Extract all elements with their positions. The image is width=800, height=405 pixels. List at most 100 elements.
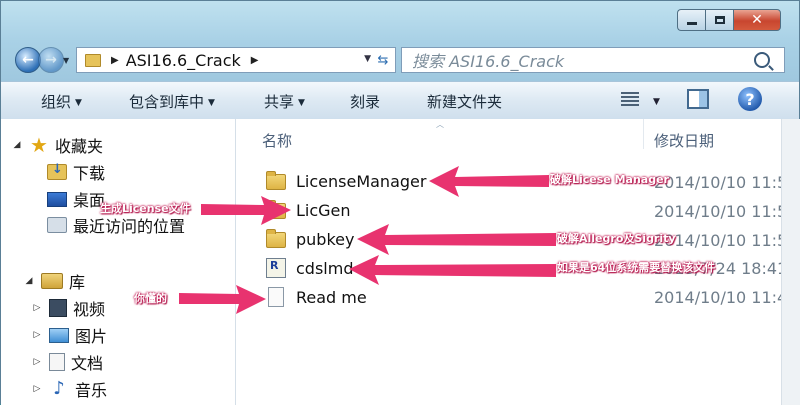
chevron-down-icon: ▼	[75, 98, 82, 108]
sort-caret-icon: ︿	[436, 120, 444, 129]
column-header-name[interactable]: 名称	[262, 130, 292, 151]
command-bar: 组织 ▼ 包含到库中 ▼ 共享 ▼ 刻录 新建文件夹 ▼ ?	[1, 81, 799, 120]
share-label: 共享	[264, 93, 295, 111]
preview-pane-icon[interactable]	[687, 89, 709, 109]
nav-item-label: 库	[69, 273, 86, 292]
nav-item-documents[interactable]: ▷ 文档	[31, 350, 103, 374]
pictures-library-icon	[49, 327, 69, 343]
file-date: 2014/10/10 11:5	[654, 202, 788, 221]
video-library-icon	[49, 299, 67, 317]
list-item[interactable]: cdslmd	[266, 258, 353, 278]
refresh-icon[interactable]: ⇆	[373, 50, 393, 70]
nav-item-desktop[interactable]: 桌面	[47, 187, 105, 211]
new-folder-label: 新建文件夹	[427, 93, 503, 111]
search-input[interactable]: 搜索 ASI16.6_Crack	[401, 47, 785, 73]
file-date: 2014/10/10 11:5	[654, 173, 788, 192]
share-menu[interactable]: 共享 ▼	[264, 91, 305, 112]
nav-item-music[interactable]: ▷ ♪ 音乐	[31, 377, 107, 401]
expand-caret-icon[interactable]: ▷	[31, 357, 43, 367]
chevron-down-icon: ▼	[298, 98, 305, 108]
nav-item-videos[interactable]: ▷ 视频	[31, 296, 105, 320]
close-icon: ✕	[751, 12, 763, 28]
file-date: 2013/7/24 18:41	[654, 259, 788, 278]
maximize-button[interactable]	[705, 9, 733, 31]
close-button[interactable]: ✕	[733, 9, 781, 31]
breadcrumb-current-folder[interactable]: ASI16.6_Crack	[126, 51, 241, 70]
text-file-icon	[268, 287, 284, 307]
search-icon[interactable]	[754, 52, 770, 68]
forward-arrow-icon: →	[45, 52, 57, 68]
file-date: 2014/10/10 11:4	[654, 288, 788, 307]
explorer-window: ✕ ← → ▼ ▶ ASI16.6_Crack ▶ ▼ ⇆ 搜索 ASI16.6…	[0, 0, 800, 405]
folder-icon	[85, 53, 101, 67]
recent-pages-dropdown[interactable]: ▼	[63, 56, 69, 65]
breadcrumb-chevron-icon[interactable]: ▶	[251, 55, 259, 66]
chevron-down-icon[interactable]: ▼	[653, 97, 660, 107]
file-name: cdslmd	[296, 258, 354, 278]
nav-item-label: 图片	[75, 327, 108, 346]
organize-label: 组织	[41, 93, 72, 111]
expand-caret-icon[interactable]: ◢	[23, 276, 35, 286]
expand-caret-icon[interactable]: ▷	[31, 330, 43, 340]
libraries-icon	[41, 273, 63, 289]
caption-buttons: ✕	[677, 9, 781, 31]
organize-menu[interactable]: 组织 ▼	[41, 91, 82, 112]
column-header-date-modified[interactable]: 修改日期	[654, 130, 714, 151]
expand-caret-icon[interactable]: ▷	[31, 303, 43, 313]
burn-label: 刻录	[350, 93, 381, 111]
minimize-icon	[686, 21, 697, 25]
nav-item-label: 下载	[73, 164, 106, 183]
file-name: Read me	[296, 287, 367, 307]
nav-item-label: 视频	[73, 300, 106, 319]
nav-item-label: 收藏夹	[55, 137, 104, 156]
file-name: LicGen	[296, 201, 351, 220]
breadcrumb-chevron-icon[interactable]: ▶	[111, 55, 119, 66]
folder-icon	[266, 228, 286, 248]
new-folder-button[interactable]: 新建文件夹	[427, 91, 502, 112]
search-placeholder: 搜索 ASI16.6_Crack	[412, 52, 565, 71]
maximize-icon	[714, 16, 725, 24]
file-list: ︿ 名称 修改日期 LicenseManager 2014/10/10 11:5…	[236, 119, 787, 405]
folder-icon	[266, 199, 286, 219]
nav-item-recent-places[interactable]: 最近访问的位置	[47, 213, 185, 237]
expand-caret-icon[interactable]: ▷	[31, 384, 43, 394]
nav-item-label: 文档	[71, 354, 104, 373]
list-item[interactable]: Read me	[266, 287, 367, 307]
documents-library-icon	[49, 353, 65, 371]
desktop-icon	[47, 191, 67, 207]
minimize-button[interactable]	[677, 9, 705, 31]
burn-button[interactable]: 刻录	[350, 91, 380, 112]
list-item[interactable]: LicenseManager	[266, 170, 427, 191]
include-in-library-label: 包含到库中	[129, 93, 205, 111]
forward-button[interactable]: →	[38, 47, 64, 73]
nav-item-pictures[interactable]: ▷ 图片	[31, 323, 107, 347]
executable-icon	[266, 258, 286, 278]
music-library-icon: ♪	[53, 378, 65, 399]
nav-item-label: 桌面	[73, 191, 106, 210]
vertical-scrollbar[interactable]	[781, 119, 800, 405]
expand-caret-icon[interactable]: ◢	[11, 140, 23, 150]
list-item[interactable]: LicGen	[266, 199, 351, 220]
star-icon: ★	[30, 133, 48, 157]
view-options-icon[interactable]	[621, 90, 639, 108]
file-date: 2014/10/10 11:5	[654, 231, 788, 250]
address-bar[interactable]: ▶ ASI16.6_Crack ▶ ▼ ⇆	[76, 47, 396, 73]
downloads-folder-icon	[47, 162, 67, 180]
nav-item-libraries[interactable]: ◢ 库	[23, 269, 85, 293]
help-icon[interactable]: ?	[738, 87, 762, 111]
folder-icon	[266, 170, 286, 190]
nav-item-label: 最近访问的位置	[73, 217, 186, 236]
navigation-pane: ◢ ★ 收藏夹 下载 桌面 最近访问的位置 ◢ 库 ▷ 视频 ▷	[1, 119, 236, 405]
column-divider[interactable]	[643, 119, 644, 149]
file-name: LicenseManager	[296, 172, 427, 191]
nav-item-downloads[interactable]: 下载	[47, 160, 105, 184]
recent-places-icon	[47, 217, 67, 233]
address-history-dropdown[interactable]: ▼	[364, 54, 371, 64]
include-in-library-menu[interactable]: 包含到库中 ▼	[129, 91, 215, 112]
back-arrow-icon: ←	[22, 52, 34, 68]
nav-item-label: 音乐	[75, 381, 108, 400]
chevron-down-icon: ▼	[208, 98, 215, 108]
file-name: pubkey	[296, 230, 355, 249]
list-item[interactable]: pubkey	[266, 228, 355, 249]
nav-item-favorites[interactable]: ◢ ★ 收藏夹	[11, 133, 103, 157]
